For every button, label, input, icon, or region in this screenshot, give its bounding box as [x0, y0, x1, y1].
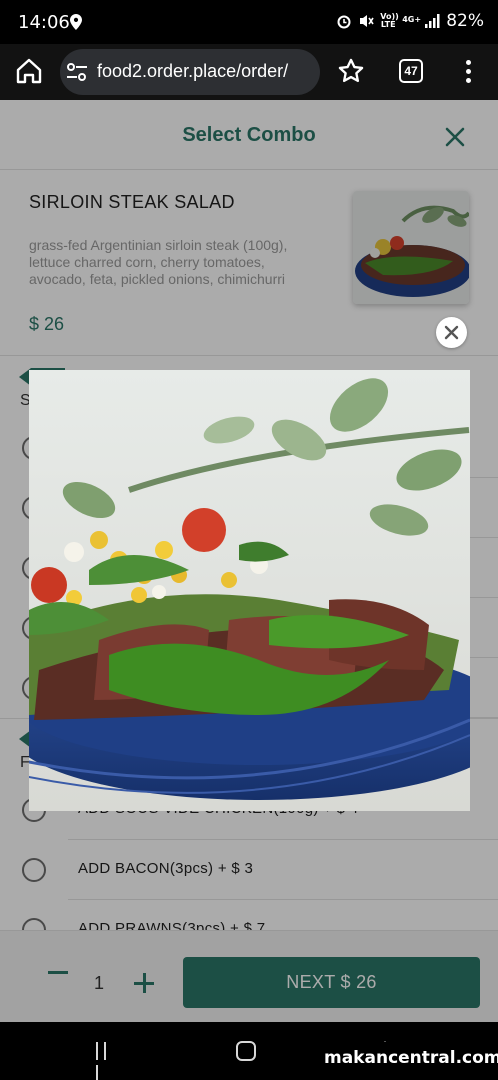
- bookmark-star-icon[interactable]: [337, 57, 365, 85]
- address-bar[interactable]: food2.order.place/order/: [60, 49, 320, 95]
- close-icon[interactable]: [444, 325, 459, 340]
- alarm-icon: [336, 13, 352, 29]
- url-text[interactable]: food2.order.place/order/: [97, 61, 288, 82]
- mute-icon: [358, 13, 374, 29]
- volte-icon: Vo)) LTE: [380, 13, 399, 29]
- browser-toolbar: food2.order.place/order/ 47: [0, 44, 498, 100]
- enlarged-product-image: [29, 370, 470, 811]
- status-indicators: Vo)) LTE 4G+ 82%: [336, 11, 484, 31]
- watermark: makancentral.com: [312, 1042, 498, 1074]
- recent-apps-icon[interactable]: [96, 1042, 118, 1080]
- lte-label: LTE: [380, 20, 396, 29]
- tab-count-button[interactable]: 47: [399, 59, 423, 83]
- browser-menu-icon[interactable]: [462, 58, 474, 86]
- signal-icon: [424, 13, 440, 29]
- status-bar: 14:06 Vo)) LTE 4G+ 82%: [0, 0, 498, 44]
- home-icon[interactable]: [14, 56, 44, 86]
- location-icon: [70, 14, 82, 30]
- home-nav-icon[interactable]: [236, 1041, 256, 1061]
- battery-text: 82%: [446, 11, 484, 31]
- status-time: 14:06: [18, 12, 70, 33]
- network-type-label: 4G+: [402, 15, 422, 24]
- close-image-button[interactable]: [436, 317, 467, 348]
- combo-page: Select Combo SIRLOIN STEAK SALAD grass-f…: [0, 100, 498, 1022]
- site-settings-icon[interactable]: [66, 62, 88, 82]
